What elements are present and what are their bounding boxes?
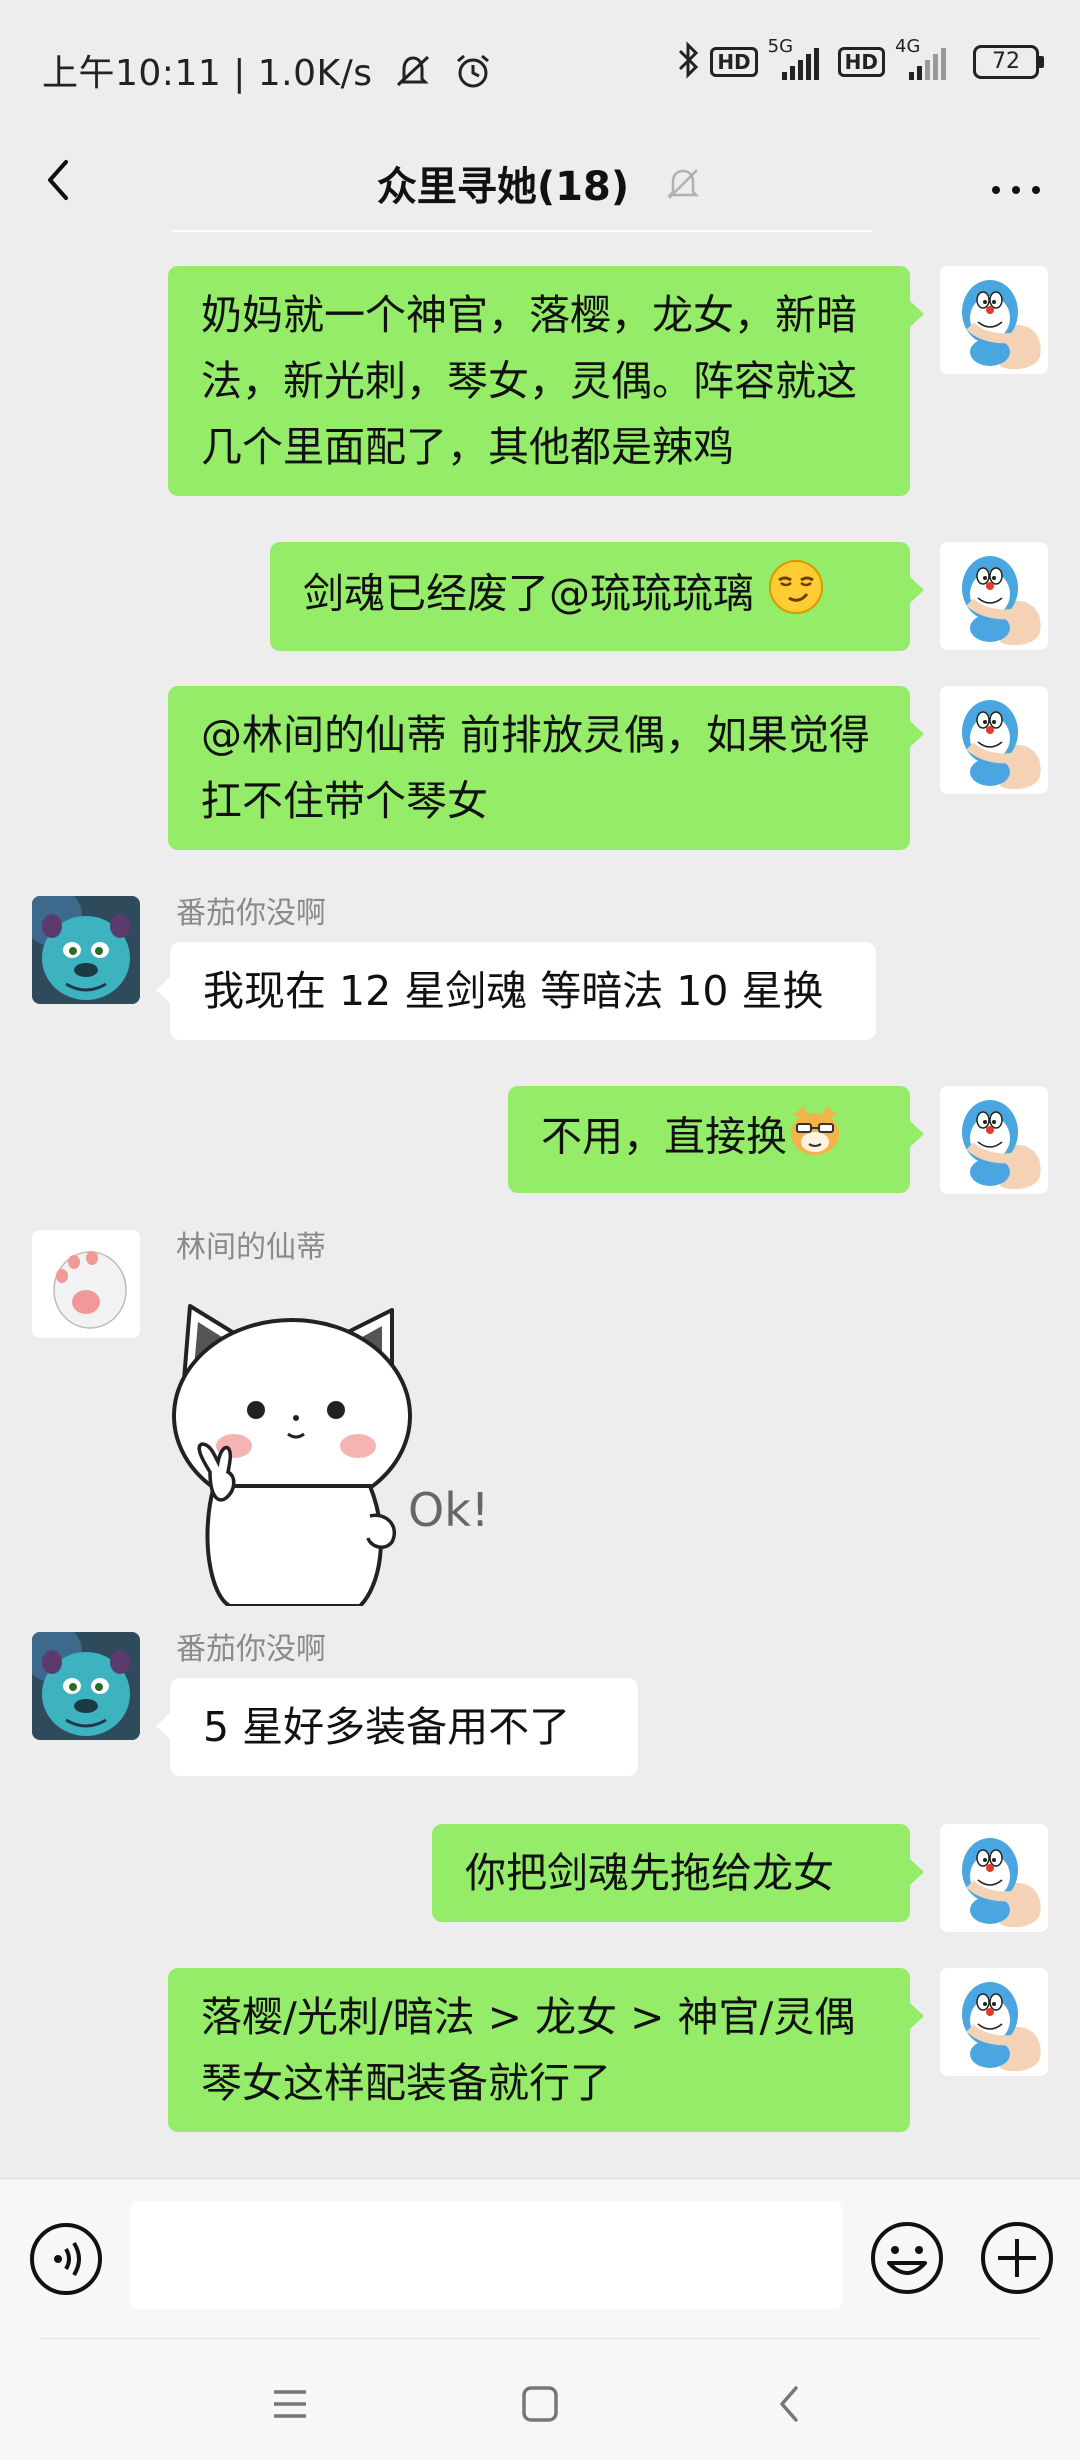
- message-list[interactable]: 奶妈就一个神官，落樱，龙女，新暗法，新光刺，琴女，灵偶。阵容就这几个里面配了，其…: [0, 230, 1080, 2178]
- my-message-bubble[interactable]: 奶妈就一个神官，落樱，龙女，新暗法，新光刺，琴女，灵偶。阵容就这几个里面配了，其…: [168, 266, 924, 496]
- sender-name: 番茄你没啊: [176, 1632, 326, 1667]
- divider: |: [233, 53, 258, 94]
- chat-title-wrap: 众里寻她(18): [0, 154, 1080, 214]
- battery-icon: 72: [973, 45, 1044, 79]
- bluetooth-icon: [676, 40, 700, 84]
- home-icon[interactable]: [510, 2374, 570, 2434]
- clock: 上午10:11: [42, 53, 222, 94]
- more-icon[interactable]: [986, 154, 1046, 204]
- my-message-bubble[interactable]: 落樱/光刺/暗法 > 龙女 > 神官/灵偶琴女这样配装备就行了: [168, 1968, 924, 2132]
- my-message-bubble[interactable]: 你把剑魂先拖给龙女: [432, 1824, 924, 1922]
- avatar[interactable]: [940, 1086, 1048, 1194]
- battery-level: 72: [973, 45, 1039, 79]
- status-bar: 上午10:11 | 1.0K/s HD 5G HD 4G 72: [0, 0, 1080, 130]
- alarm-icon: [454, 52, 492, 99]
- my-message-bubble[interactable]: 不用，直接换: [508, 1086, 924, 1193]
- message-text: 不用，直接换: [541, 1112, 787, 1161]
- status-right: HD 5G HD 4G 72: [676, 36, 1044, 84]
- plus-icon[interactable]: [978, 2219, 1056, 2297]
- avatar[interactable]: [940, 542, 1048, 650]
- muted-bell-icon: [663, 164, 703, 214]
- menu-icon[interactable]: [260, 2374, 320, 2434]
- hd-badge: HD: [710, 47, 758, 77]
- their-message-bubble[interactable]: 我现在 12 星剑魂 等暗法 10 星换: [156, 942, 876, 1040]
- message-input[interactable]: [130, 2201, 842, 2309]
- message-text: 剑魂已经废了@琉琉琉璃: [303, 569, 768, 618]
- avatar[interactable]: [940, 1968, 1048, 2076]
- avatar[interactable]: [32, 896, 140, 1004]
- chat-header: 众里寻她(18): [0, 130, 1080, 230]
- hd-badge-2: HD: [837, 47, 885, 77]
- sender-name: 林间的仙蒂: [176, 1230, 326, 1265]
- avatar[interactable]: [32, 1632, 140, 1740]
- voice-icon[interactable]: [28, 2221, 104, 2297]
- sender-name: 番茄你没啊: [176, 896, 326, 931]
- avatar[interactable]: [940, 266, 1048, 374]
- sticker-message[interactable]: Ok!: [170, 1276, 510, 1608]
- system-navigation-bar: [0, 2338, 1080, 2460]
- status-left: 上午10:11 | 1.0K/s: [42, 44, 492, 99]
- smirk-emoji-icon: [767, 558, 825, 635]
- emoji-icon[interactable]: [868, 2219, 946, 2297]
- mute-icon: [394, 53, 432, 98]
- avatar[interactable]: [32, 1230, 140, 1338]
- sticker-caption: Ok!: [408, 1483, 489, 1537]
- signal-icon-2: 4G: [895, 36, 955, 84]
- avatar[interactable]: [940, 1824, 1048, 1932]
- cat-emoji-icon: [787, 1102, 843, 1177]
- chat-title: 众里寻她(18): [376, 164, 630, 210]
- their-message-bubble[interactable]: 5 星好多装备用不了: [156, 1678, 638, 1776]
- previous-bubble-edge: [172, 230, 872, 232]
- signal-icon: 5G: [768, 36, 828, 84]
- my-message-bubble[interactable]: 剑魂已经废了@琉琉琉璃: [270, 542, 924, 651]
- my-message-bubble[interactable]: @林间的仙蒂 前排放灵偶，如果觉得扛不住带个琴女: [168, 686, 924, 850]
- network-speed: 1.0K/s: [257, 53, 373, 94]
- avatar[interactable]: [940, 686, 1048, 794]
- input-bar: [0, 2178, 1080, 2339]
- back-nav-icon[interactable]: [760, 2374, 820, 2434]
- divider: [40, 2338, 1040, 2339]
